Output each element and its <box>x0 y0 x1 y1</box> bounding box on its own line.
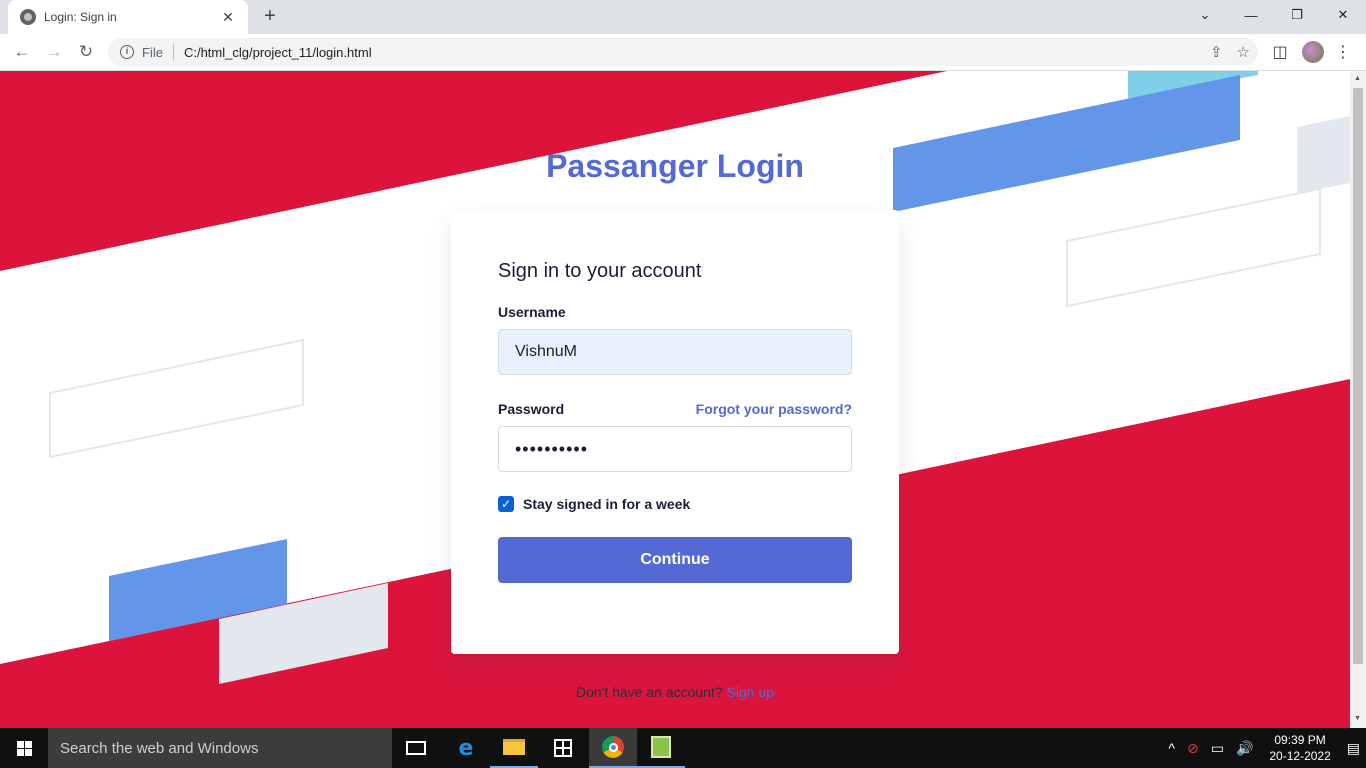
signup-prompt: Don't have an account? <box>575 684 723 700</box>
scheme-label: File <box>142 44 163 60</box>
store-icon <box>554 739 572 757</box>
store-button[interactable] <box>539 728 587 768</box>
share-icon[interactable]: ⇪ <box>1210 43 1223 61</box>
card-heading: Sign in to your account <box>498 260 702 282</box>
globe-icon <box>20 9 36 25</box>
file-explorer-icon <box>503 739 525 755</box>
signup-row: Don't have an account? Sign up <box>0 684 1350 700</box>
bookmark-star-icon[interactable]: ☆ <box>1237 43 1250 61</box>
address-bar[interactable]: i File C:/html_clg/project_11/login.html… <box>108 38 1258 66</box>
scroll-up-icon[interactable]: ▲ <box>1354 75 1361 82</box>
volume-icon[interactable]: 🔊 <box>1236 740 1253 757</box>
login-card: Sign in to your account Username Passwor… <box>451 210 899 654</box>
menu-icon[interactable]: ⋮ <box>1334 40 1352 64</box>
page-title: Passanger Login <box>546 148 804 184</box>
tray-chevron-icon[interactable]: ^ <box>1168 740 1175 756</box>
username-field[interactable] <box>498 329 852 375</box>
remember-me-checkbox[interactable]: ✓ <box>498 496 514 512</box>
omnibox-actions: ⇪ ☆ <box>1210 43 1250 61</box>
remember-me-label[interactable]: Stay signed in for a week <box>523 496 690 512</box>
edge-icon: e <box>458 735 474 761</box>
forgot-password-link[interactable]: Forgot your password? <box>696 401 852 417</box>
start-button[interactable] <box>0 728 48 768</box>
notepad-icon <box>651 736 671 758</box>
signup-link[interactable]: Sign up <box>727 684 774 700</box>
network-icon[interactable]: ⊘ <box>1187 740 1199 757</box>
password-label: Password <box>498 401 565 417</box>
chrome-icon <box>602 736 624 758</box>
minimize-button[interactable]: — <box>1228 0 1274 30</box>
system-tray: ^ ⊘ ▭ 🔊 09:39 PM 20-12-2022 ▤ <box>1162 728 1366 768</box>
username-label: Username <box>498 304 566 320</box>
page-viewport: Passanger Login Sign in to your account … <box>0 71 1350 728</box>
tab-search-icon[interactable]: ⌄ <box>1182 0 1228 30</box>
url-text[interactable]: C:/html_clg/project_11/login.html <box>184 45 372 60</box>
remember-me-row: ✓ Stay signed in for a week <box>498 496 690 512</box>
chrome-button[interactable] <box>589 728 637 768</box>
profile-avatar[interactable] <box>1302 40 1324 64</box>
windows-start-icon <box>16 740 32 756</box>
browser-toolbar: ← → ↻ i File C:/html_clg/project_11/logi… <box>0 34 1366 71</box>
forward-button[interactable]: → <box>42 40 66 64</box>
close-window-button[interactable]: ✕ <box>1320 0 1366 30</box>
scroll-down-icon[interactable]: ▼ <box>1354 715 1361 722</box>
address-separator <box>172 44 174 60</box>
task-view-button[interactable] <box>392 728 440 768</box>
battery-icon[interactable]: ▭ <box>1211 740 1224 757</box>
password-field[interactable] <box>498 426 852 472</box>
clock[interactable]: 09:39 PM 20-12-2022 <box>1269 732 1330 764</box>
back-button[interactable]: ← <box>10 40 34 64</box>
side-panel-icon[interactable]: ◫ <box>1270 40 1290 64</box>
page-scrollbar[interactable]: ▲ ▼ <box>1350 71 1366 728</box>
taskbar-search-box[interactable]: Search the web and Windows <box>48 728 392 768</box>
scroll-thumb[interactable] <box>1353 88 1363 664</box>
edge-button[interactable]: e <box>442 728 490 768</box>
tab-title: Login: Sign in <box>44 10 117 24</box>
clock-time: 09:39 PM <box>1274 733 1326 747</box>
new-tab-button[interactable]: + <box>258 6 282 28</box>
taskbar: Search the web and Windows e ^ ⊘ ▭ 🔊 09:… <box>0 728 1366 768</box>
tab-close-icon[interactable]: ✕ <box>220 9 236 26</box>
notifications-icon[interactable]: ▤ <box>1347 740 1360 757</box>
reload-button[interactable]: ↻ <box>74 40 98 64</box>
file-explorer-button[interactable] <box>490 728 538 768</box>
browser-tabstrip: Login: Sign in ✕ + ⌄ — ❐ ✕ <box>0 0 1366 34</box>
continue-button[interactable]: Continue <box>498 537 852 583</box>
task-view-icon <box>406 741 426 755</box>
notepad-button[interactable] <box>637 728 685 768</box>
restore-button[interactable]: ❐ <box>1274 0 1320 30</box>
info-icon[interactable]: i <box>120 45 134 59</box>
clock-date: 20-12-2022 <box>1269 749 1331 763</box>
window-controls: ⌄ — ❐ ✕ <box>1182 0 1366 34</box>
avatar <box>1302 41 1324 63</box>
browser-tab[interactable]: Login: Sign in ✕ <box>8 0 248 34</box>
